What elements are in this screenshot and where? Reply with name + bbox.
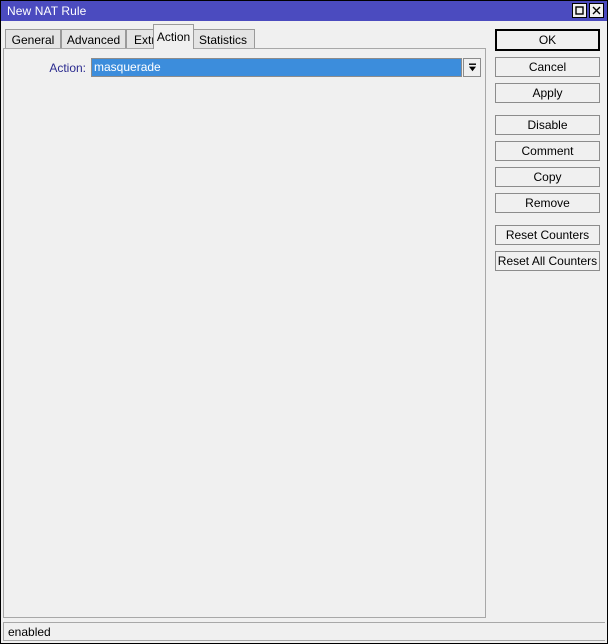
status-text: enabled: [8, 624, 51, 639]
comment-button[interactable]: Comment: [495, 141, 600, 161]
button-label: Remove: [525, 196, 570, 210]
button-label: Cancel: [528, 60, 567, 74]
apply-button[interactable]: Apply: [495, 83, 600, 103]
button-label: Disable: [527, 118, 568, 132]
cancel-button[interactable]: Cancel: [495, 57, 600, 77]
reset-all-counters-button[interactable]: Reset All Counters: [495, 251, 600, 271]
new-nat-rule-window: New NAT Rule General Advanced Extra Stat…: [0, 0, 608, 644]
button-label: Apply: [532, 86, 563, 100]
button-label: Reset Counters: [505, 228, 590, 242]
status-bar: enabled: [3, 622, 605, 641]
button-label: Comment: [521, 144, 574, 158]
copy-button[interactable]: Copy: [495, 167, 600, 187]
window-title: New NAT Rule: [7, 4, 87, 18]
reset-counters-button[interactable]: Reset Counters: [495, 225, 600, 245]
tab-label: Advanced: [66, 32, 121, 47]
tab-general[interactable]: General: [5, 29, 61, 49]
action-input-value: masquerade: [92, 59, 461, 76]
tab-advanced[interactable]: Advanced: [61, 29, 126, 49]
disable-button[interactable]: Disable: [495, 115, 600, 135]
button-panel: OK Cancel Apply Disable Comment Copy Rem…: [495, 29, 600, 277]
content-panel: Action: masquerade: [3, 48, 486, 618]
tab-action[interactable]: Action: [153, 24, 194, 49]
action-field-row: Action: masquerade: [42, 58, 481, 77]
action-input[interactable]: masquerade: [91, 58, 462, 77]
maximize-button[interactable]: [572, 3, 587, 18]
tab-label: Action: [156, 30, 191, 44]
titlebar[interactable]: New NAT Rule: [1, 1, 607, 21]
tab-label: General: [11, 32, 55, 47]
tab-statistics[interactable]: Statistics: [191, 29, 255, 49]
button-label: OK: [538, 33, 557, 47]
ok-button[interactable]: OK: [495, 29, 600, 51]
maximize-icon: [575, 6, 584, 15]
close-button[interactable]: [589, 3, 604, 18]
action-dropdown-button[interactable]: [463, 58, 481, 77]
tab-label: Statistics: [199, 32, 248, 47]
action-label: Action:: [49, 61, 86, 75]
remove-button[interactable]: Remove: [495, 193, 600, 213]
titlebar-button-group: [572, 3, 604, 18]
button-label: Reset All Counters: [497, 254, 598, 268]
close-icon: [592, 6, 601, 15]
chevron-down-icon: [467, 62, 478, 73]
button-label: Copy: [533, 170, 562, 184]
